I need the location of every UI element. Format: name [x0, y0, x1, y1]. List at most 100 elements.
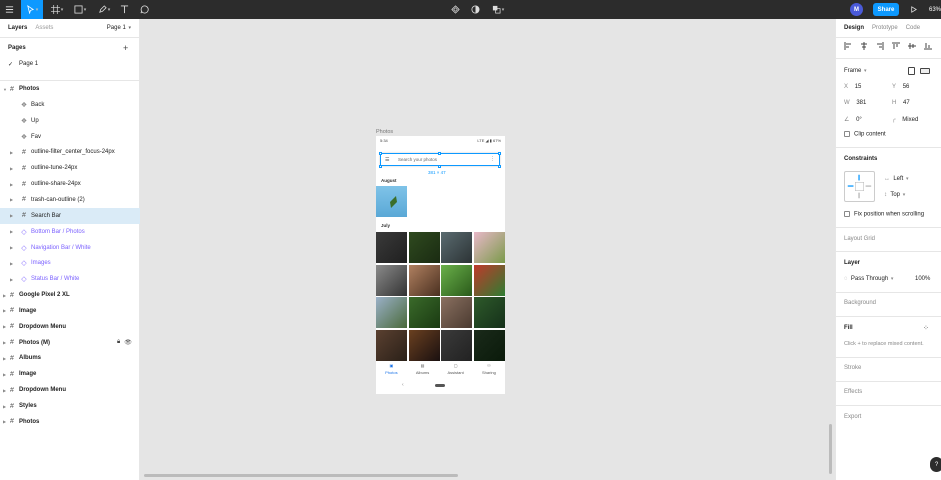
frame-label[interactable]: Photos: [376, 129, 393, 135]
layer-row[interactable]: ▶ # Image: [0, 366, 140, 382]
expand-arrow-icon[interactable]: ▶: [10, 182, 13, 187]
component-tool-button[interactable]: [449, 0, 461, 19]
expand-arrow-icon[interactable]: ▶: [10, 277, 13, 282]
expand-arrow-icon[interactable]: ▶: [10, 213, 13, 218]
layer-row[interactable]: ❖ Back: [0, 97, 140, 113]
nav-sharing[interactable]: ⚇ Sharing: [482, 363, 496, 379]
clip-content-checkbox[interactable]: Clip content: [844, 131, 886, 138]
frame-tool-button[interactable]: ▾: [48, 0, 66, 19]
resize-handle[interactable]: [379, 165, 382, 168]
expand-arrow-icon[interactable]: ▶: [3, 293, 6, 298]
vertical-constraint-dropdown[interactable]: ↕ Top ▾: [884, 192, 905, 198]
layer-row[interactable]: ▶ # Search Bar: [0, 207, 140, 224]
corner-radius-field[interactable]: ╭ Mixed: [892, 116, 918, 123]
nav-photos[interactable]: ▣ Photos: [385, 363, 397, 379]
y-field[interactable]: Y 56: [892, 84, 909, 90]
share-button[interactable]: Share: [873, 3, 899, 16]
layer-row[interactable]: ▶ # outline-filter_center_focus-24px: [0, 144, 140, 160]
move-tool-button[interactable]: ▾: [21, 0, 43, 19]
expand-arrow-icon[interactable]: ▶: [3, 388, 6, 393]
shape-tool-button[interactable]: ▾: [71, 0, 89, 19]
layer-row[interactable]: ▶ # Dropdown Menu: [0, 382, 140, 398]
mask-tool-button[interactable]: [469, 0, 481, 19]
layer-row[interactable]: ▶ ◇ Bottom Bar / Photos: [0, 224, 140, 240]
vertical-scrollbar[interactable]: [829, 424, 832, 474]
blend-mode-dropdown[interactable]: ◌ Pass Through ▾: [844, 276, 893, 282]
resize-handle[interactable]: [438, 152, 441, 155]
export-header[interactable]: Export: [844, 414, 861, 420]
add-page-icon[interactable]: +: [123, 43, 128, 53]
align-center-h-icon[interactable]: [860, 42, 868, 50]
layer-row[interactable]: ▶ # Dropdown Menu: [0, 319, 140, 335]
nav-albums[interactable]: ▤ Albums: [416, 363, 429, 379]
page-item[interactable]: ✓ Page 1: [8, 61, 38, 68]
align-right-icon[interactable]: [876, 42, 884, 50]
fix-position-checkbox[interactable]: Fix position when scrolling: [844, 211, 924, 218]
layer-row[interactable]: ▶ # Photos (M) 🔒︎ 👁︎: [0, 335, 140, 351]
comment-tool-button[interactable]: [138, 0, 151, 19]
tab-design[interactable]: Design: [844, 25, 864, 31]
expand-arrow-icon[interactable]: ▶: [3, 324, 6, 329]
resize-handle[interactable]: [438, 165, 441, 168]
expand-arrow-icon[interactable]: ▶: [10, 245, 13, 250]
constraints-widget[interactable]: [844, 171, 875, 202]
align-left-icon[interactable]: [844, 42, 852, 50]
layer-row[interactable]: ❖ Fav: [0, 129, 140, 145]
help-button[interactable]: ?: [930, 457, 941, 472]
zoom-dropdown[interactable]: 63%: [929, 0, 941, 19]
expand-arrow-icon[interactable]: ▶: [3, 340, 6, 345]
tab-assets[interactable]: Assets: [35, 25, 53, 31]
layer-row[interactable]: ❖ Up: [0, 113, 140, 129]
tab-prototype[interactable]: Prototype: [872, 25, 898, 31]
lock-icon[interactable]: 🔒︎: [117, 339, 120, 346]
expand-arrow-icon[interactable]: ▶: [3, 308, 6, 313]
expand-arrow-icon[interactable]: ▶: [3, 404, 6, 409]
height-field[interactable]: H 47: [892, 100, 910, 106]
layout-grid-header[interactable]: Layout Grid: [844, 236, 875, 242]
width-field[interactable]: W 381: [844, 100, 866, 106]
layer-row[interactable]: ▼ # Photos: [0, 81, 140, 97]
eye-icon[interactable]: 👁︎: [124, 339, 132, 346]
layer-row[interactable]: ▶ # Styles: [0, 398, 140, 414]
align-bottom-icon[interactable]: [924, 42, 932, 50]
effects-header[interactable]: Effects: [844, 389, 862, 395]
layer-row[interactable]: ▶ # Photos: [0, 414, 140, 430]
text-tool-button[interactable]: [118, 0, 131, 19]
layer-row[interactable]: ▶ ◇ Navigation Bar / White: [0, 240, 140, 256]
main-menu-icon[interactable]: [3, 0, 16, 19]
tab-code[interactable]: Code: [906, 25, 920, 31]
expand-arrow-icon[interactable]: ▶: [10, 150, 13, 155]
expand-arrow-icon[interactable]: ▶: [10, 229, 13, 234]
horizontal-constraint-dropdown[interactable]: ↔ Left ▾: [884, 176, 909, 182]
design-canvas[interactable]: Photos 5:34 LTE ◢ ▮ 67% ☰ Search your ph…: [140, 19, 835, 480]
avatar[interactable]: M: [850, 3, 863, 16]
portrait-icon[interactable]: [908, 67, 915, 75]
align-top-icon[interactable]: [892, 42, 900, 50]
expand-arrow-icon[interactable]: ▶: [10, 261, 13, 266]
page-select-dropdown[interactable]: Page 1 ▾: [107, 25, 131, 31]
pen-tool-button[interactable]: ▾: [95, 0, 113, 19]
layer-row[interactable]: ▶ ◇ Status Bar / White: [0, 271, 140, 287]
align-middle-icon[interactable]: [908, 42, 916, 50]
present-button[interactable]: [907, 0, 919, 19]
expand-arrow-icon[interactable]: ▶: [3, 419, 6, 424]
expand-arrow-icon[interactable]: ▼: [3, 87, 7, 92]
frame-preset-dropdown[interactable]: Frame ▾: [844, 68, 867, 74]
resize-handle[interactable]: [498, 152, 501, 155]
expand-arrow-icon[interactable]: ▶: [3, 356, 6, 361]
layer-row[interactable]: ▶ # trash-can-outline (2): [0, 192, 140, 208]
rotation-field[interactable]: ∠ 0°: [844, 116, 862, 123]
nav-assistant[interactable]: ▢ Assistant: [448, 363, 464, 379]
horizontal-scrollbar[interactable]: [144, 474, 458, 477]
opacity-field[interactable]: 100%: [915, 276, 930, 282]
style-grid-icon[interactable]: ⁘: [923, 324, 929, 332]
landscape-icon[interactable]: [920, 68, 930, 74]
tab-layers[interactable]: Layers: [8, 25, 27, 31]
expand-arrow-icon[interactable]: ▶: [10, 197, 13, 202]
layer-row[interactable]: ▶ # outline-tune-24px: [0, 160, 140, 176]
photos-frame[interactable]: 5:34 LTE ◢ ▮ 67% ☰ Search your photos ⋮ …: [376, 136, 505, 394]
resize-handle[interactable]: [379, 152, 382, 155]
expand-arrow-icon[interactable]: ▶: [10, 166, 13, 171]
layer-row[interactable]: ▶ # outline-share-24px: [0, 176, 140, 192]
layer-row[interactable]: ▶ # Image: [0, 303, 140, 319]
